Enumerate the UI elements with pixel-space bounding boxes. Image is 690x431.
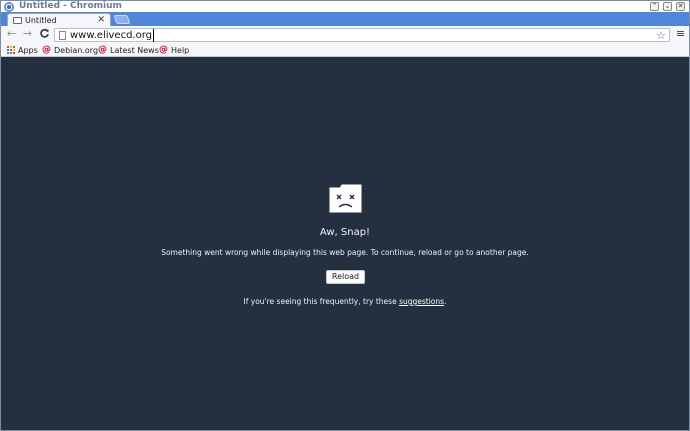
browser-window: Untitled - Chromium ⌃ ⌄ ✕ Untitled ✕ ← →… (0, 0, 690, 431)
bookmarks-bar: Apps @ Debian.org @ Latest News @ Help (1, 43, 689, 57)
toolbar: ← → www.elivecd.org ☆ ≡ (1, 26, 689, 43)
forward-icon[interactable]: → (21, 27, 34, 41)
page-icon (59, 31, 66, 40)
debian-swirl-icon: @ (159, 45, 168, 55)
reload-icon[interactable] (38, 27, 51, 41)
hint-suffix: . (444, 297, 447, 306)
title-bar[interactable]: Untitled - Chromium ⌃ ⌄ ✕ (1, 1, 689, 12)
window-minimize-button[interactable]: ⌃ (650, 2, 659, 11)
tab-title: Untitled (25, 16, 57, 25)
bookmark-label: Apps (18, 45, 38, 55)
star-icon[interactable]: ☆ (656, 29, 666, 42)
tab-untitled[interactable]: Untitled ✕ (7, 13, 111, 27)
bookmark-apps[interactable]: Apps (7, 43, 38, 57)
bookmark-latest-news[interactable]: @ Latest News (98, 43, 159, 57)
error-message: Something went wrong while displaying th… (161, 248, 529, 257)
chromium-icon (4, 2, 14, 12)
address-bar[interactable]: www.elivecd.org ☆ (54, 28, 670, 42)
new-tab-button[interactable] (113, 15, 131, 24)
page-content: Aw, Snap! Something went wrong while dis… (1, 58, 689, 430)
tab-strip: Untitled ✕ (1, 12, 689, 27)
debian-swirl-icon: @ (42, 45, 51, 55)
window-maximize-button[interactable]: ⌄ (663, 2, 672, 11)
window-title: Untitled - Chromium (19, 1, 122, 11)
folder-icon (13, 17, 22, 24)
suggestions-link[interactable]: suggestions (399, 297, 444, 306)
back-icon[interactable]: ← (5, 27, 18, 41)
error-hint: If you're seeing this frequently, try th… (1, 297, 689, 306)
bookmark-label: Latest News (110, 45, 159, 55)
window-close-button[interactable]: ✕ (676, 2, 685, 11)
apps-grid-icon (7, 46, 15, 54)
window-controls: ⌃ ⌄ ✕ (650, 1, 685, 12)
bookmark-help[interactable]: @ Help (159, 43, 189, 57)
tab-close-icon[interactable]: ✕ (97, 14, 105, 26)
bookmark-debian[interactable]: @ Debian.org (42, 43, 98, 57)
debian-swirl-icon: @ (98, 45, 107, 55)
bookmark-label: Debian.org (54, 45, 99, 55)
bookmark-label: Help (171, 45, 190, 55)
reload-button[interactable]: Reload (326, 270, 365, 284)
url-text[interactable]: www.elivecd.org (70, 29, 155, 42)
sad-folder-icon (329, 184, 362, 213)
error-title: Aw, Snap! (319, 227, 371, 238)
menu-icon[interactable]: ≡ (674, 27, 687, 41)
hint-text: If you're seeing this frequently, try th… (243, 297, 400, 306)
